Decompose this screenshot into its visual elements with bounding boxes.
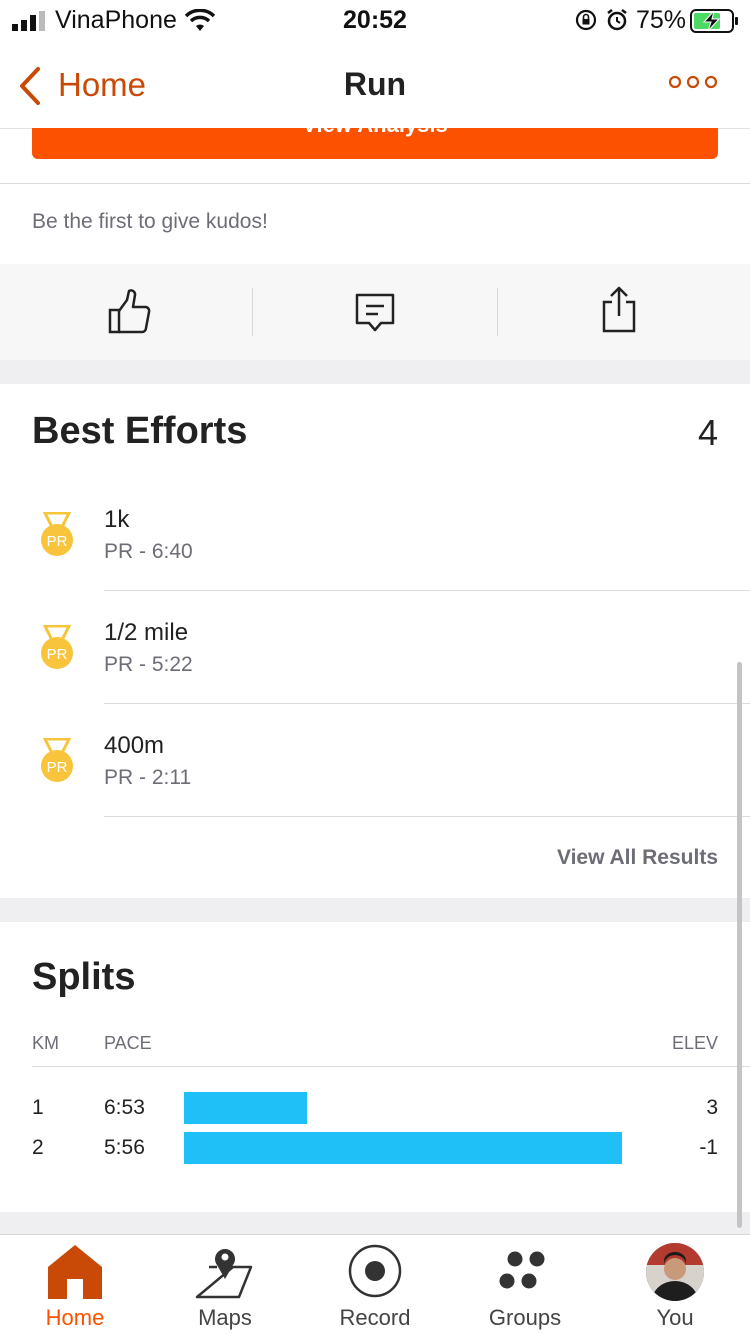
status-bar: VinaPhone 20:52 75%: [0, 0, 750, 42]
view-analysis-label: View Analysis: [32, 128, 718, 138]
pr-badge-text: PR: [47, 759, 68, 776]
best-efforts-title: Best Efforts: [32, 410, 248, 452]
splits-title: Splits: [32, 956, 136, 998]
best-effort-row[interactable]: PR 1/2 mile PR - 5:22: [0, 591, 750, 703]
tab-label: Home: [45, 1305, 105, 1330]
tab-bar: Home Maps Record Groups You: [0, 1234, 750, 1335]
split-km: 1: [32, 1096, 44, 1119]
effort-detail: PR - 6:40: [104, 540, 193, 563]
section-separator: [0, 898, 750, 922]
scrollbar[interactable]: [737, 662, 742, 1228]
divider: [0, 183, 750, 184]
effort-name: 400m: [104, 732, 165, 759]
pace-bar: [184, 1092, 307, 1124]
battery-charging-icon: [690, 9, 738, 33]
split-pace: 5:56: [104, 1136, 145, 1159]
view-analysis-button[interactable]: View Analysis: [32, 128, 718, 159]
effort-detail: PR - 5:22: [104, 653, 193, 676]
alarm-icon: [607, 9, 627, 31]
tab-label: Groups: [488, 1305, 562, 1330]
splits-column-elev: ELEV: [671, 1033, 718, 1053]
rotation-lock-icon: [575, 9, 597, 31]
divider: [252, 288, 253, 336]
navigation-bar: Home Run: [0, 42, 750, 129]
split-km: 2: [32, 1136, 44, 1159]
section-separator: [0, 1212, 750, 1234]
activity-action-bar: [0, 264, 750, 360]
pr-medal-icon: PR: [41, 625, 73, 669]
kudos-prompt: Be the first to give kudos!: [32, 210, 268, 233]
tab-you[interactable]: You: [600, 1235, 750, 1335]
share-icon[interactable]: [600, 286, 638, 334]
more-options-icon[interactable]: [668, 75, 718, 89]
page-title: Run: [343, 66, 407, 102]
groups-icon: [499, 1251, 545, 1289]
effort-detail: PR - 2:11: [104, 766, 192, 789]
pr-medal-icon: PR: [41, 512, 73, 556]
tab-record[interactable]: Record: [300, 1235, 450, 1335]
pr-medal-icon: PR: [41, 738, 73, 782]
divider: [32, 1066, 750, 1067]
section-separator: [0, 360, 750, 384]
comment-icon[interactable]: [354, 292, 396, 334]
home-icon: [48, 1245, 102, 1299]
thumbs-up-icon[interactable]: [106, 288, 154, 336]
splits-column-pace: PACE: [104, 1033, 152, 1053]
map-icon: [195, 1249, 253, 1299]
split-pace: 6:53: [104, 1096, 145, 1119]
divider: [497, 288, 498, 336]
avatar: [646, 1243, 704, 1301]
tab-maps[interactable]: Maps: [150, 1235, 300, 1335]
pr-badge-text: PR: [47, 646, 68, 663]
pace-bar: [184, 1132, 622, 1164]
effort-name: 1k: [104, 506, 130, 533]
tab-label: You: [656, 1305, 694, 1330]
effort-name: 1/2 mile: [104, 619, 189, 646]
split-row: 2 5:56 -1: [0, 1130, 750, 1166]
splits-column-km: KM: [32, 1033, 59, 1053]
split-elevation: 3: [706, 1096, 718, 1119]
best-effort-row[interactable]: PR 400m PR - 2:11: [0, 704, 750, 816]
record-icon: [348, 1244, 402, 1298]
battery-percentage: 75%: [636, 6, 687, 34]
avatar-image: [646, 1243, 704, 1301]
tab-label: Maps: [198, 1305, 252, 1330]
tab-groups[interactable]: Groups: [450, 1235, 600, 1335]
tab-label: Record: [339, 1305, 411, 1330]
divider: [104, 816, 750, 817]
pr-badge-text: PR: [47, 533, 68, 550]
tab-home[interactable]: Home: [0, 1235, 150, 1335]
split-row: 1 6:53 3: [0, 1090, 750, 1126]
best-efforts-count: 4: [697, 412, 718, 453]
view-all-results-link[interactable]: View All Results: [450, 846, 718, 870]
best-effort-row[interactable]: PR 1k PR - 6:40: [0, 478, 750, 590]
split-elevation: -1: [699, 1136, 718, 1159]
